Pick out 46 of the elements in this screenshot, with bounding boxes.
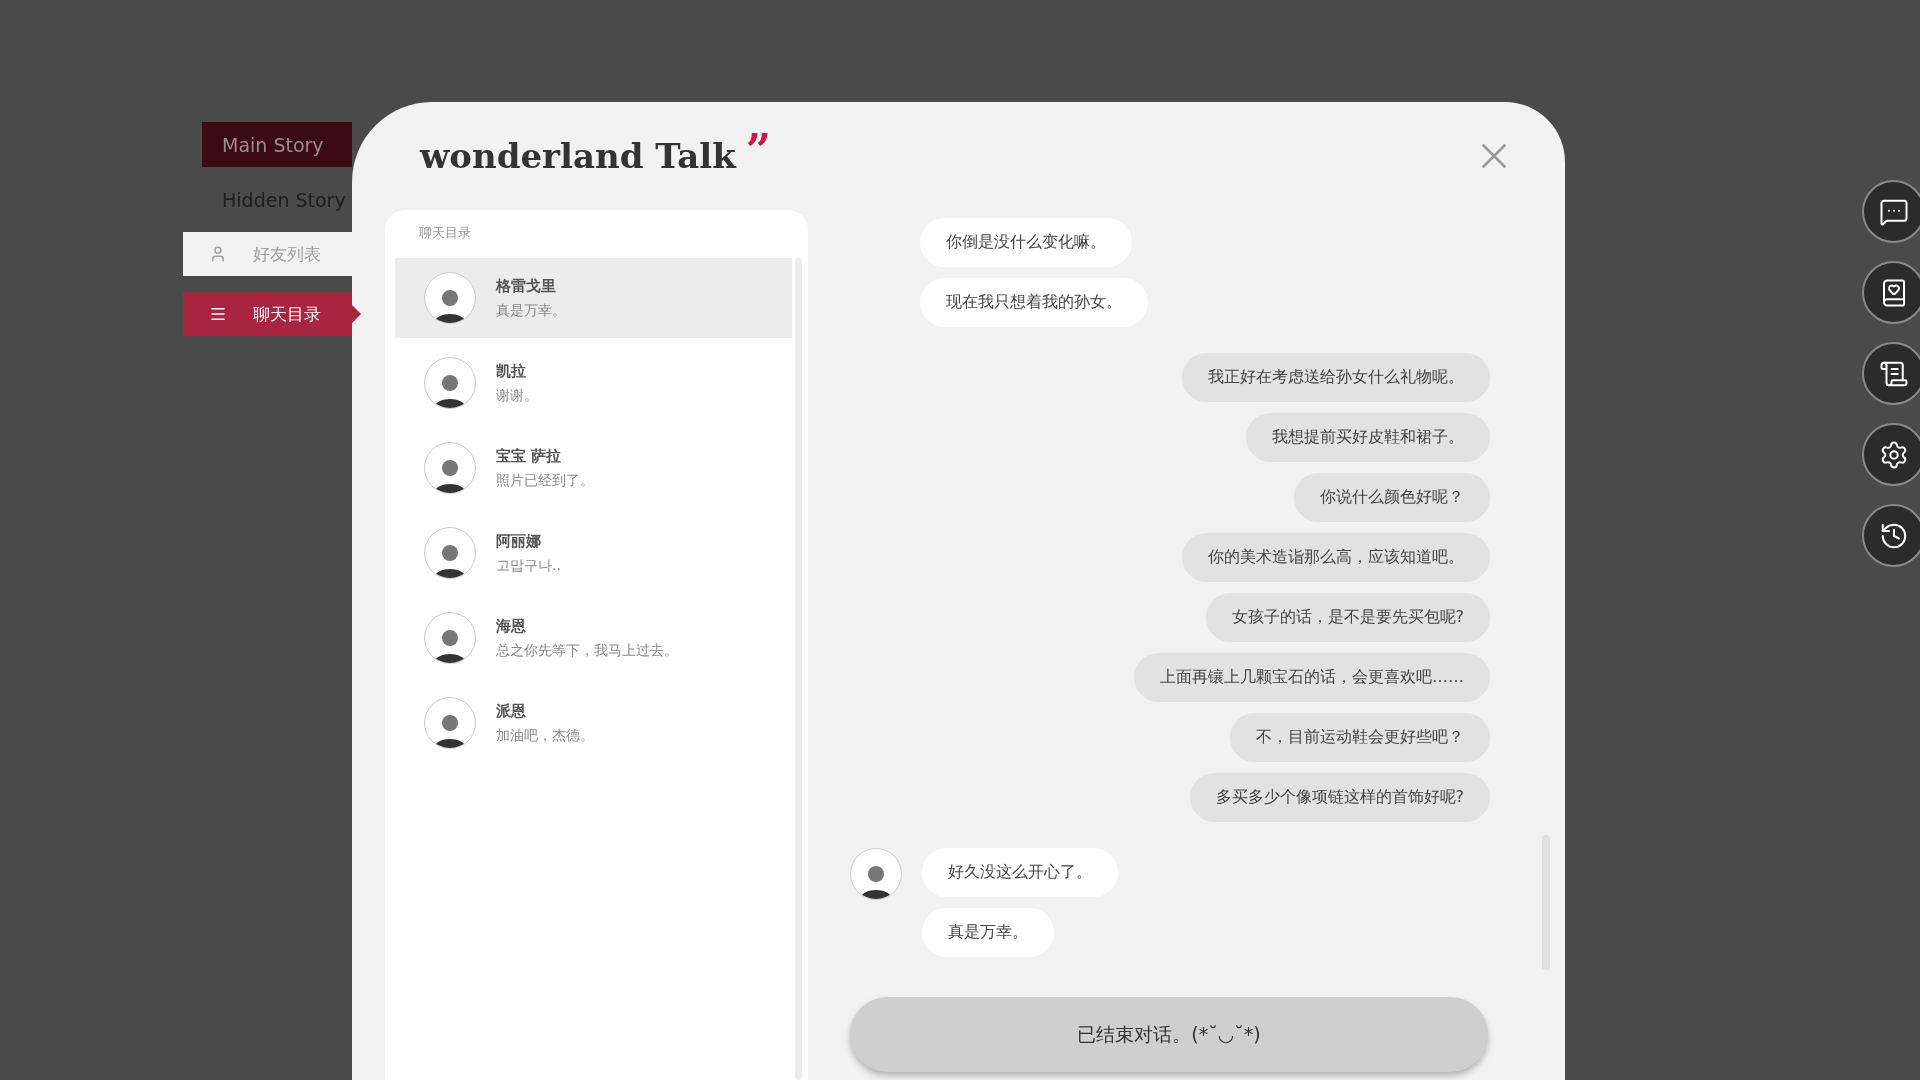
list-heading: 聊天目录	[418, 224, 472, 242]
chat-list-item[interactable]: 宝宝 萨拉 照片已经到了。	[395, 428, 792, 508]
sent-message: 你的美术造诣那么高，应该知道吧。	[1182, 533, 1490, 582]
sent-message: 你说什么颜色好呢？	[1294, 473, 1490, 522]
avatar	[424, 612, 476, 664]
contact-name: 海恩	[496, 616, 527, 636]
chat-list-item[interactable]: 阿丽娜 고맙구나..	[395, 513, 792, 593]
sent-message: 不，目前运动鞋会更好些吧？	[1230, 713, 1490, 762]
message-preview: 真是万幸。	[496, 301, 566, 320]
chat-list-item[interactable]: 海恩 总之你先等下，我马上过去。	[395, 598, 792, 678]
chat-list-item[interactable]: 格雷戈里 真是万幸。	[395, 258, 792, 338]
contact-name: 阿丽娜	[496, 531, 542, 551]
contact-name: 格雷戈里	[496, 276, 557, 296]
history-icon[interactable]	[1862, 504, 1920, 567]
received-message: 真是万幸。	[922, 908, 1054, 957]
message-preview: 谢谢。	[496, 386, 538, 405]
message-preview: 总之你先等下，我马上过去。	[496, 641, 678, 660]
avatar	[424, 357, 476, 409]
sent-message: 多买多少个像项链这样的首饰好呢?	[1189, 773, 1490, 822]
settings-icon[interactable]	[1862, 423, 1920, 486]
sent-message: 女孩子的话，是不是要先买包呢?	[1205, 593, 1490, 642]
message-preview: 고맙구나..	[496, 556, 561, 575]
message-preview: 加油吧，杰德。	[496, 726, 594, 745]
received-message: 好久没这么开心了。	[922, 848, 1118, 897]
sent-message: 我正好在考虑送给孙女什么礼物呢。	[1182, 353, 1490, 402]
chat-list-item[interactable]: 凯拉 谢谢。	[395, 343, 792, 423]
avatar	[424, 442, 476, 494]
chat-bubble-icon[interactable]	[1862, 180, 1920, 243]
received-message: 现在我只想着我的孙女。	[920, 278, 1148, 327]
person-icon	[209, 245, 227, 263]
story-tab[interactable]: Main Story	[202, 122, 352, 167]
avatar	[424, 697, 476, 749]
contact-name: 凯拉	[496, 361, 527, 381]
end-conversation-button[interactable]: 已结束对话。(*˘◡˘*)	[850, 997, 1488, 1072]
contact-name: 宝宝 萨拉	[496, 446, 563, 466]
avatar	[424, 527, 476, 579]
received-message: 你倒是没什么变化嘛。	[920, 218, 1132, 267]
sent-message: 我想提前买好皮鞋和裙子。	[1246, 413, 1490, 462]
avatar	[424, 272, 476, 324]
message-preview: 照片已经到了。	[496, 471, 594, 490]
chat-list-item[interactable]: 派恩 加油吧，杰德。	[395, 683, 792, 763]
scroll-icon[interactable]	[1862, 342, 1920, 405]
sent-message: 上面再镶上几颗宝石的话，会更喜欢吧……	[1134, 653, 1490, 702]
avatar	[850, 848, 902, 900]
contact-name: 派恩	[496, 701, 527, 721]
menu-icon	[209, 305, 227, 323]
